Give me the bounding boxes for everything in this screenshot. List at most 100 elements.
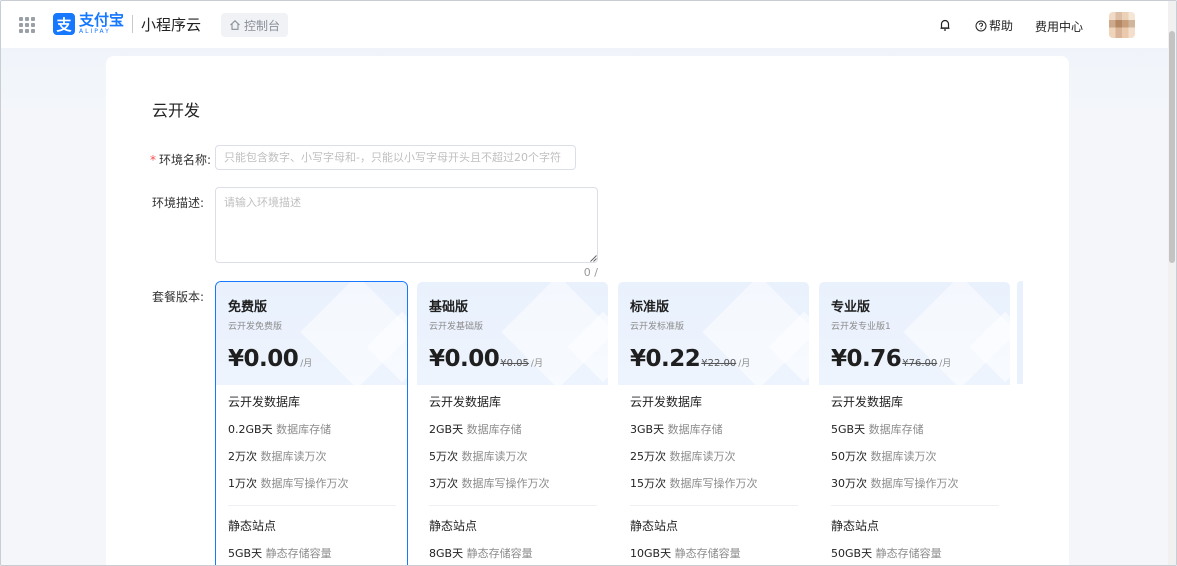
feature-desc: 静态存储容量 — [875, 547, 942, 560]
plan-features: 云开发数据库 2GB天 数据库存储 5万次 数据库读万次 3万次 数据库写操作万… — [429, 394, 599, 565]
plan-header: 专业版 云开发专业版1 ¥0.76 ¥76.00 /月 — [819, 282, 1010, 385]
feature-item: 1万次 数据库写操作万次 — [228, 476, 398, 503]
feature-item: 50GB天 静态存储容量 — [831, 546, 1001, 565]
plan-price: ¥0.76 ¥76.00 /月 — [831, 346, 951, 372]
plan-features: 云开发数据库 5GB天 数据库存储 50万次 数据库读万次 30万次 数据库写操… — [831, 394, 1001, 565]
help-link[interactable]: 帮助 — [975, 17, 1013, 34]
feature-desc: 数据库写操作万次 — [870, 477, 959, 490]
feature-value: 8GB天 — [429, 547, 464, 560]
feature-desc: 数据库读万次 — [870, 450, 937, 463]
env-desc-textarea[interactable] — [215, 187, 598, 263]
env-name-label: * 环境名称: — [150, 151, 211, 168]
feature-item: 8GB天 静态存储容量 — [429, 546, 599, 565]
top-navigation-bar: 支 支付宝 ALIPAY 小程序云 控制台 帮助 费用中心 — [1, 1, 1176, 48]
feature-desc: 数据库读万次 — [461, 450, 528, 463]
feature-desc: 数据库写操作万次 — [461, 477, 550, 490]
help-label: 帮助 — [989, 19, 1014, 33]
feature-value: 10GB天 — [630, 547, 672, 560]
logo-wordmark: 支付宝 ALIPAY — [79, 13, 124, 35]
feature-desc: 数据库存储 — [868, 423, 924, 436]
price-unit: /月 — [300, 359, 313, 369]
resize-handle-icon[interactable] — [590, 255, 597, 262]
feature-group-title: 云开发数据库 — [429, 395, 502, 409]
notification-bell-icon[interactable] — [939, 18, 951, 32]
price-current: ¥0.22 — [630, 346, 701, 372]
feature-desc: 数据库写操作万次 — [260, 477, 349, 490]
feature-divider — [831, 505, 999, 506]
feature-item: 15万次 数据库写操作万次 — [630, 476, 800, 503]
plan-price: ¥0.00 /月 — [228, 346, 312, 372]
feature-value: 5万次 — [429, 450, 458, 463]
next-plan-card-edge[interactable] — [1017, 281, 1023, 384]
feature-group-title: 静态站点 — [228, 519, 277, 533]
feature-desc: 数据库存储 — [276, 423, 332, 436]
feature-item: 3万次 数据库写操作万次 — [429, 476, 599, 503]
plan-name: 专业版 — [831, 300, 871, 315]
feature-value: 50GB天 — [831, 547, 873, 560]
vertical-scrollbar[interactable] — [1168, 1, 1176, 565]
feature-value: 5GB天 — [831, 423, 866, 436]
create-environment-card: 云开发 *环境名称: 环境描述: 0 / 1000 套餐版本: 免费版 云开发免… — [106, 56, 1069, 565]
feature-value: 5GB天 — [228, 547, 263, 560]
alipay-logo[interactable]: 支 支付宝 ALIPAY 小程序云 — [53, 13, 201, 35]
app-grid-icon[interactable] — [19, 17, 35, 33]
feature-group-title: 静态站点 — [831, 519, 880, 533]
page-title: 云开发 — [152, 101, 201, 120]
plan-subtitle: 云开发专业版1 — [831, 322, 891, 332]
app-window: 支 支付宝 ALIPAY 小程序云 控制台 帮助 费用中心 云开发 * 环境名称:… — [0, 0, 1177, 566]
feature-item: 5万次 数据库读万次 — [429, 449, 599, 476]
plan-card-basic[interactable]: 基础版 云开发基础版 ¥0.00 ¥0.05 /月 云开发数据库 2GB天 数据… — [416, 281, 609, 565]
plan-name: 标准版 — [630, 300, 670, 315]
scrollbar-thumb[interactable] — [1169, 31, 1175, 263]
plan-name: 基础版 — [429, 300, 469, 315]
price-unit: /月 — [939, 359, 952, 369]
feature-item: 5GB天 数据库存储 — [831, 422, 1001, 449]
feature-value: 25万次 — [630, 450, 666, 463]
feature-item: 25万次 数据库读万次 — [630, 449, 800, 476]
plan-card-standard[interactable]: 标准版 云开发标准版 ¥0.22 ¥22.00 /月 云开发数据库 3GB天 数… — [617, 281, 810, 565]
plan-price: ¥0.22 ¥22.00 /月 — [630, 346, 750, 372]
feature-group-title: 静态站点 — [630, 519, 679, 533]
home-icon — [230, 20, 240, 30]
alipay-logo-icon: 支 — [53, 13, 75, 35]
feature-group-title: 静态站点 — [429, 519, 478, 533]
plan-card-pro[interactable]: 专业版 云开发专业版1 ¥0.76 ¥76.00 /月 云开发数据库 5GB天 … — [818, 281, 1011, 565]
price-current: ¥0.76 — [831, 346, 902, 372]
fee-center-link[interactable]: 费用中心 — [1035, 18, 1083, 35]
price-original: ¥22.00 — [701, 358, 737, 369]
plan-features: 云开发数据库 0.2GB天 数据库存储 2万次 数据库读万次 1万次 数据库写操… — [228, 394, 398, 565]
price-unit: /月 — [738, 359, 751, 369]
brand-name-en: ALIPAY — [79, 28, 111, 35]
plan-header: 标准版 云开发标准版 ¥0.22 ¥22.00 /月 — [618, 282, 809, 385]
feature-value: 1万次 — [228, 477, 257, 490]
env-name-input[interactable] — [215, 145, 576, 170]
plan-subtitle: 云开发基础版 — [429, 322, 484, 332]
feature-desc: 静态存储容量 — [674, 547, 741, 560]
feature-desc: 静态存储容量 — [265, 547, 332, 560]
plan-card-free[interactable]: 免费版 云开发免费版 ¥0.00 /月 云开发数据库 0.2GB天 数据库存储 … — [215, 281, 408, 565]
feature-group-title: 云开发数据库 — [831, 395, 904, 409]
feature-group-title: 云开发数据库 — [630, 395, 703, 409]
feature-item: 0.2GB天 数据库存储 — [228, 422, 398, 449]
env-name-label-text: 环境名称: — [159, 153, 212, 167]
required-mark: * — [150, 153, 156, 167]
breadcrumb-console[interactable]: 控制台 — [221, 13, 289, 37]
feature-divider — [228, 505, 396, 506]
feature-item: 5GB天 静态存储容量 — [228, 546, 398, 565]
feature-desc: 静态存储容量 — [466, 547, 533, 560]
feature-desc: 数据库存储 — [466, 423, 522, 436]
logo-divider — [132, 15, 134, 33]
feature-item: 50万次 数据库读万次 — [831, 449, 1001, 476]
feature-item: 2GB天 数据库存储 — [429, 422, 599, 449]
feature-item: 2万次 数据库读万次 — [228, 449, 398, 476]
feature-divider — [630, 505, 798, 506]
plan-label: 套餐版本: — [152, 290, 205, 304]
user-avatar[interactable] — [1109, 12, 1135, 38]
price-current: ¥0.00 — [228, 346, 299, 372]
feature-value: 2万次 — [228, 450, 257, 463]
price-original: ¥0.05 — [500, 358, 529, 369]
feature-value: 15万次 — [630, 477, 666, 490]
feature-value: 3万次 — [429, 477, 458, 490]
feature-value: 30万次 — [831, 477, 867, 490]
price-current: ¥0.00 — [429, 346, 500, 372]
